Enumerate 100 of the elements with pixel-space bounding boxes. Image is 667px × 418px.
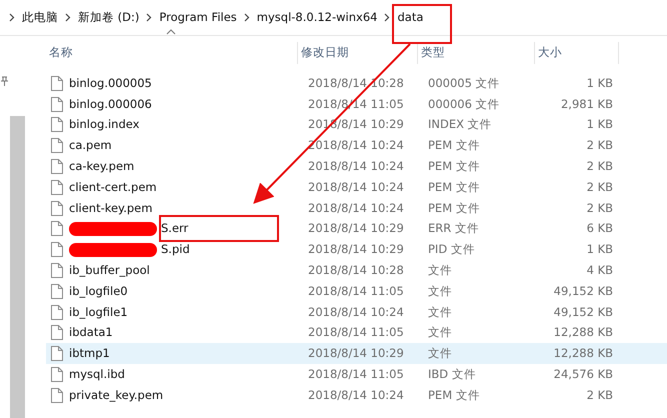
size-cell-text: 49,152 KB (552, 304, 614, 321)
column-header[interactable]: 大小 (535, 42, 619, 64)
file-icon (51, 96, 63, 112)
file-row[interactable]: mysql.ibd 2018/8/14 11:05 IBD 文件 24,576 KB (46, 364, 667, 385)
size-cell-text: 6 KB (586, 220, 614, 238)
file-row[interactable]: binlog.000005 2018/8/14 10:28 000005 文件 1 KB (46, 73, 667, 94)
file-name: ib_buffer_pool (69, 262, 150, 277)
file-icon (51, 263, 63, 278)
file-icon (51, 284, 63, 299)
file-row[interactable]: ib_buffer_pool 2018/8/14 10:28 文件 4 KB (46, 260, 667, 281)
type-cell-text: 000005 文件 (427, 74, 501, 92)
file-icon (51, 76, 63, 91)
breadcrumb-item[interactable]: 新加卷 (D:) (76, 8, 142, 26)
date-cell-text: 2018/8/14 10:29 (307, 220, 405, 238)
file-icon (51, 221, 63, 236)
file-row[interactable]: private_key.pem 2018/8/14 10:24 PEM 文件 2 KB (46, 384, 667, 406)
pin-icon[interactable] (0, 76, 9, 86)
file-name: ib_logfile1 (69, 304, 128, 319)
column-header[interactable]: 类型 (418, 42, 535, 64)
type-cell-text: 000006 文件 (427, 96, 501, 113)
date-cell-text: 2018/8/14 11:05 (307, 282, 405, 300)
size-cell-text: 1 KB (586, 116, 614, 134)
file-row[interactable]: client-key.pem 2018/8/14 10:24 PEM 文件 2 KB (46, 198, 667, 219)
column-header[interactable]: 名称 (46, 42, 298, 64)
type-cell-text: PEM 文件 (427, 178, 481, 196)
file-name: S.pid (161, 242, 190, 256)
file-icon (51, 159, 63, 174)
file-row[interactable]: ibdata1 2018/8/14 11:05 文件 12,288 KB (46, 322, 667, 344)
file-name: client-cert.pem (69, 180, 157, 194)
file-icon (51, 388, 63, 403)
chevron-icon (244, 13, 250, 22)
date-cell-text: 2018/8/14 10:24 (307, 158, 405, 175)
breadcrumb-item[interactable]: mysql-8.0.12-winx64 (254, 8, 380, 26)
file-row[interactable]: S.err 2018/8/14 10:29 ERR 文件 6 KB (46, 218, 667, 240)
breadcrumb-item[interactable]: 此电脑 (20, 8, 60, 26)
size-cell-text: 12,288 KB (552, 345, 614, 362)
type-cell-text: 文件 (427, 324, 453, 342)
type-cell-text: PEM 文件 (427, 200, 481, 217)
file-name: ibtmp1 (69, 346, 110, 360)
type-cell-text: PEM 文件 (427, 137, 481, 154)
file-icon (51, 304, 63, 320)
file-icon (51, 180, 63, 195)
breadcrumb-item[interactable]: data (395, 8, 426, 26)
size-cell-text: 24,576 KB (552, 366, 614, 383)
size-cell-text: 1 KB (586, 241, 614, 258)
file-icon (51, 242, 63, 258)
file-row[interactable]: ibtmp1 2018/8/14 10:29 文件 12,288 KB (46, 343, 667, 364)
file-row[interactable]: S.pid 2018/8/14 10:29 PID 文件 1 KB (46, 239, 667, 260)
date-cell-text: 2018/8/14 10:28 (307, 262, 405, 279)
file-icon (51, 346, 63, 362)
file-name: ca.pem (69, 138, 112, 152)
date-cell-text: 2018/8/14 11:05 (307, 324, 405, 342)
type-cell-text: 文件 (427, 262, 453, 279)
file-icon (51, 138, 63, 154)
chevron-icon (146, 13, 152, 22)
chevron-icon (9, 13, 15, 22)
file-row[interactable]: ib_logfile1 2018/8/14 10:24 文件 49,152 KB (46, 302, 667, 323)
type-cell-text: ERR 文件 (427, 220, 480, 238)
file-icon (51, 325, 63, 340)
file-name: binlog.000005 (69, 76, 152, 90)
size-cell-text: 2 KB (586, 386, 614, 404)
size-cell-text: 2 KB (586, 158, 614, 175)
file-name: private_key.pem (69, 388, 164, 402)
type-cell-text: PEM 文件 (427, 158, 481, 175)
type-cell-text: 文件 (427, 345, 453, 362)
file-row[interactable]: client-cert.pem 2018/8/14 10:24 PEM 文件 2 KB (46, 176, 667, 198)
file-row[interactable]: ca-key.pem 2018/8/14 10:24 PEM 文件 2 KB (46, 156, 667, 177)
date-cell-text: 2018/8/14 10:24 (307, 200, 405, 217)
type-cell-text: 文件 (427, 304, 453, 321)
breadcrumb-item[interactable]: Program Files (157, 8, 239, 26)
column-header[interactable]: 修改日期 (298, 42, 418, 64)
date-cell-text: 2018/8/14 10:28 (307, 74, 405, 92)
size-cell-text: 2 KB (586, 137, 614, 154)
size-cell-text: 49,152 KB (552, 282, 614, 300)
size-cell-text: 4 KB (586, 262, 614, 279)
file-name: binlog.000006 (69, 96, 152, 111)
file-name: ibdata1 (69, 325, 113, 340)
file-icon (51, 117, 63, 132)
file-icon (51, 200, 63, 216)
scrollbar[interactable] (10, 116, 25, 418)
size-cell-text: 2 KB (586, 200, 614, 217)
file-name: binlog.index (69, 117, 140, 132)
file-icon (51, 367, 63, 382)
file-name: client-key.pem (69, 200, 152, 215)
size-cell-text: 2,981 KB (560, 96, 614, 113)
date-cell-text: 2018/8/14 10:24 (307, 386, 405, 404)
type-cell-text: INDEX 文件 (427, 116, 493, 134)
annotation-box (392, 4, 452, 44)
chevron-icon (65, 13, 71, 22)
type-cell-text: PEM 文件 (427, 386, 481, 404)
file-name: mysql.ibd (69, 366, 125, 381)
file-row[interactable]: ib_logfile0 2018/8/14 11:05 文件 49,152 KB (46, 280, 667, 302)
type-cell-text: PID 文件 (427, 241, 476, 258)
size-cell-text: 12,288 KB (552, 324, 614, 342)
type-cell-text: 文件 (427, 282, 453, 300)
date-cell-text: 2018/8/14 10:29 (307, 345, 405, 362)
type-cell-text: IBD 文件 (427, 366, 477, 383)
file-name: ib_logfile0 (69, 284, 128, 298)
chevron-icon (384, 13, 390, 22)
size-cell-text: 2 KB (586, 178, 614, 196)
